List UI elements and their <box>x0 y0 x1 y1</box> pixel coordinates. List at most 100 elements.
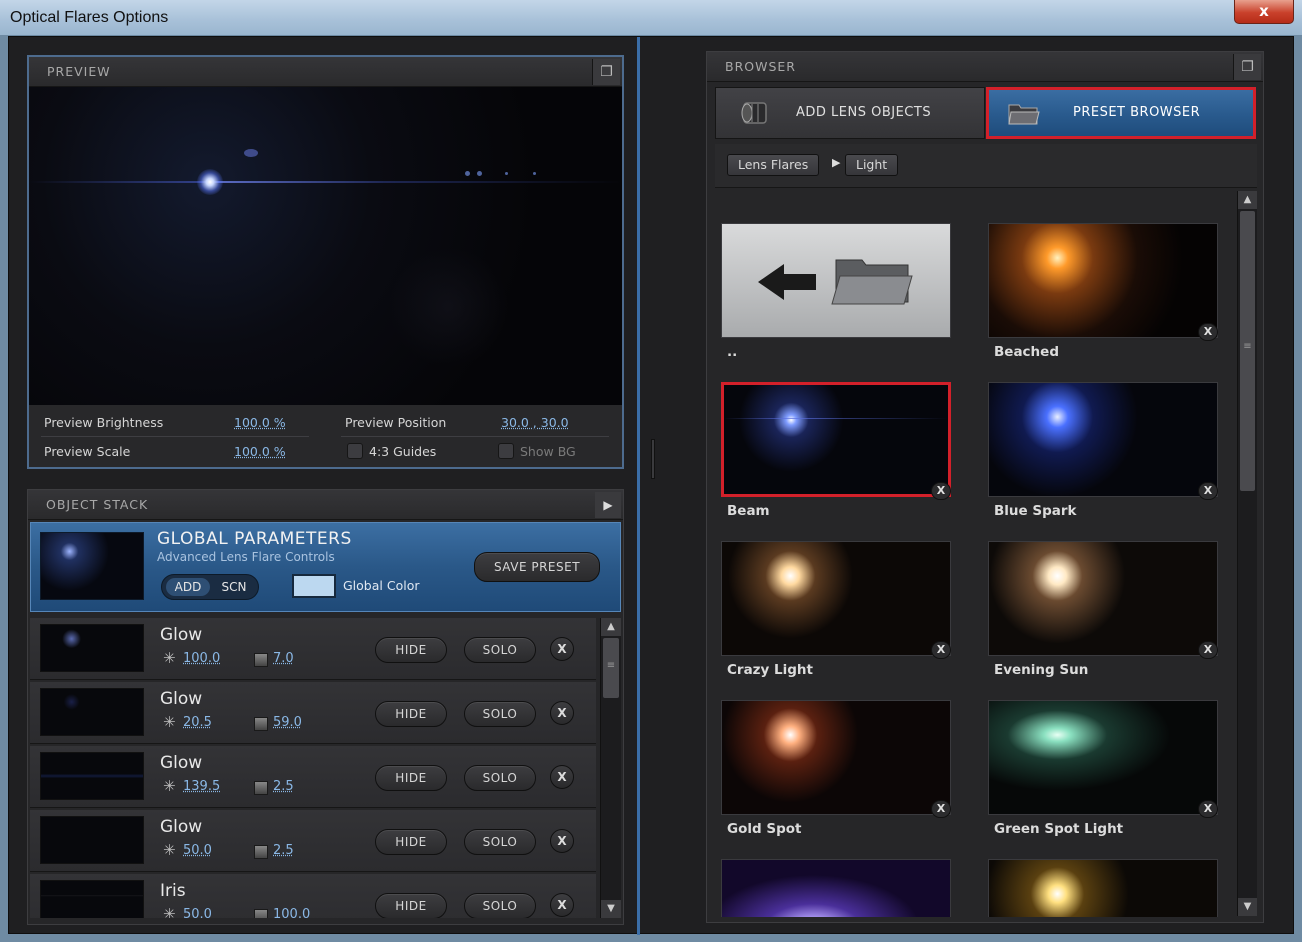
scale-icon <box>254 845 268 859</box>
solo-button[interactable]: SOLO <box>464 893 536 918</box>
folder-icon <box>1008 104 1040 125</box>
solo-button[interactable]: SOLO <box>464 829 536 855</box>
preset-label: Beam <box>727 503 770 519</box>
preview-popout-button[interactable]: ❐ <box>592 59 620 85</box>
browser-popout-button[interactable]: ❐ <box>1233 54 1261 80</box>
scale-value[interactable]: 7.0 <box>273 651 294 666</box>
scale-value[interactable]: 2.5 <box>273 843 294 858</box>
remove-preset-button[interactable]: X <box>1198 482 1218 500</box>
breadcrumb-lens-flares[interactable]: Lens Flares <box>727 154 820 176</box>
popout-window-icon: ❐ <box>600 64 613 80</box>
grip-icon: ≡ <box>1243 341 1252 352</box>
back-folder-icon <box>758 259 913 305</box>
remove-object-button[interactable]: X <box>550 765 574 789</box>
stack-scrollbar[interactable]: ▲ ≡ ▼ <box>600 618 621 918</box>
flare-core <box>197 169 223 195</box>
splitter-handle[interactable] <box>651 439 655 479</box>
remove-preset-button[interactable]: X <box>931 641 951 659</box>
scroll-up-button[interactable]: ▲ <box>1238 191 1257 209</box>
breadcrumb-light[interactable]: Light <box>845 154 899 176</box>
preview-controls: Preview Brightness 100.0 % Preview Posit… <box>29 405 622 467</box>
object-list: Glow ✳ 100.0 7.0 HIDE SOLO X Glow ✳ 20.5… <box>30 618 596 918</box>
remove-preset-button[interactable]: X <box>1198 323 1218 341</box>
stack-row[interactable]: Glow ✳ 139.5 2.5 HIDE SOLO X <box>30 746 596 808</box>
object-name: Iris <box>160 881 186 901</box>
remove-preset-button[interactable]: X <box>931 800 951 818</box>
stack-row[interactable]: Glow ✳ 100.0 7.0 HIDE SOLO X <box>30 618 596 680</box>
stack-row[interactable]: Glow ✳ 50.0 2.5 HIDE SOLO X <box>30 810 596 872</box>
pane-divider <box>637 37 640 935</box>
guides-checkbox[interactable] <box>347 443 363 459</box>
global-color-swatch[interactable] <box>292 574 336 598</box>
brightness-value[interactable]: 139.5 <box>183 779 220 794</box>
remove-preset-button[interactable]: X <box>1198 641 1218 659</box>
scale-icon <box>254 717 268 731</box>
object-name: Glow <box>160 625 203 645</box>
global-color-label: Global Color <box>343 578 420 593</box>
preset-label: Crazy Light <box>727 662 813 678</box>
popout-window-icon: ❐ <box>1241 59 1254 75</box>
scroll-up-button[interactable]: ▲ <box>601 618 621 636</box>
scroll-down-button[interactable]: ▼ <box>1238 898 1257 916</box>
remove-preset-button[interactable]: X <box>931 482 951 500</box>
preview-brightness-value[interactable]: 100.0 % <box>234 415 286 430</box>
hide-button[interactable]: HIDE <box>375 765 447 791</box>
close-window-button[interactable]: x <box>1234 0 1294 24</box>
show-bg-checkbox[interactable] <box>498 443 514 459</box>
tab-preset-browser[interactable]: PRESET BROWSER <box>986 87 1256 139</box>
preset-thumbnail <box>721 382 951 497</box>
preview-viewport[interactable] <box>29 87 622 405</box>
preset-label: Green Spot Light <box>994 821 1124 837</box>
tab-add-lens-objects[interactable]: ADD LENS OBJECTS <box>715 87 985 139</box>
preset-thumbnail <box>988 223 1218 338</box>
hide-button[interactable]: HIDE <box>375 829 447 855</box>
preview-panel: PREVIEW ❐ Preview Brightness 100.0 % Pre… <box>27 55 624 469</box>
preview-position-label: Preview Position <box>345 415 447 430</box>
brightness-icon: ✳ <box>163 713 176 731</box>
solo-button[interactable]: SOLO <box>464 701 536 727</box>
preview-position-value[interactable]: 30.0 , 30.0 <box>501 415 569 430</box>
browser-scrollbar[interactable]: ▲ ≡ ▼ <box>1237 191 1257 916</box>
scn-button[interactable]: SCN <box>212 578 256 596</box>
flare-ghost <box>505 172 508 175</box>
scroll-down-button[interactable]: ▼ <box>601 900 621 918</box>
global-title: GLOBAL PARAMETERS <box>157 529 352 549</box>
browser-panel: BROWSER ❐ ADD LENS OBJECTS PRESET BROWSE… <box>706 51 1264 923</box>
preview-header: PREVIEW <box>29 57 622 87</box>
remove-object-button[interactable]: X <box>550 701 574 725</box>
brightness-value[interactable]: 100.0 <box>183 651 220 666</box>
object-name: Glow <box>160 817 203 837</box>
solo-button[interactable]: SOLO <box>464 765 536 791</box>
save-preset-button[interactable]: SAVE PRESET <box>474 552 600 582</box>
brightness-icon: ✳ <box>163 905 176 918</box>
solo-button[interactable]: SOLO <box>464 637 536 663</box>
stack-expand-button[interactable]: ▶ <box>595 492 621 518</box>
stack-row[interactable]: Glow ✳ 20.5 59.0 HIDE SOLO X <box>30 682 596 744</box>
brightness-value[interactable]: 50.0 <box>183 843 212 858</box>
remove-object-button[interactable]: X <box>550 637 574 661</box>
tab-label: PRESET BROWSER <box>1073 105 1201 120</box>
preset-label: Blue Spark <box>994 503 1077 519</box>
scale-value[interactable]: 2.5 <box>273 779 294 794</box>
global-subtitle: Advanced Lens Flare Controls <box>157 550 335 564</box>
add-button[interactable]: ADD <box>166 578 210 596</box>
object-name: Glow <box>160 689 203 709</box>
hide-button[interactable]: HIDE <box>375 637 447 663</box>
scale-value[interactable]: 100.0 <box>273 907 310 918</box>
guides-label: 4:3 Guides <box>369 444 437 459</box>
hide-button[interactable]: HIDE <box>375 701 447 727</box>
remove-object-button[interactable]: X <box>550 893 574 917</box>
remove-preset-button[interactable]: X <box>1198 800 1218 818</box>
brightness-value[interactable]: 20.5 <box>183 715 212 730</box>
global-parameters[interactable]: GLOBAL PARAMETERS Advanced Lens Flare Co… <box>30 522 621 612</box>
scale-value[interactable]: 59.0 <box>273 715 302 730</box>
preset-thumbnail <box>721 700 951 815</box>
window-title: Optical Flares Options <box>10 9 169 26</box>
stack-row[interactable]: Iris ✳ 50.0 100.0 HIDE SOLO X <box>30 874 596 918</box>
preset-thumbnail <box>988 382 1218 497</box>
preview-scale-value[interactable]: 100.0 % <box>234 444 286 459</box>
brightness-icon: ✳ <box>163 841 176 859</box>
remove-object-button[interactable]: X <box>550 829 574 853</box>
hide-button[interactable]: HIDE <box>375 893 447 918</box>
brightness-value[interactable]: 50.0 <box>183 907 212 918</box>
